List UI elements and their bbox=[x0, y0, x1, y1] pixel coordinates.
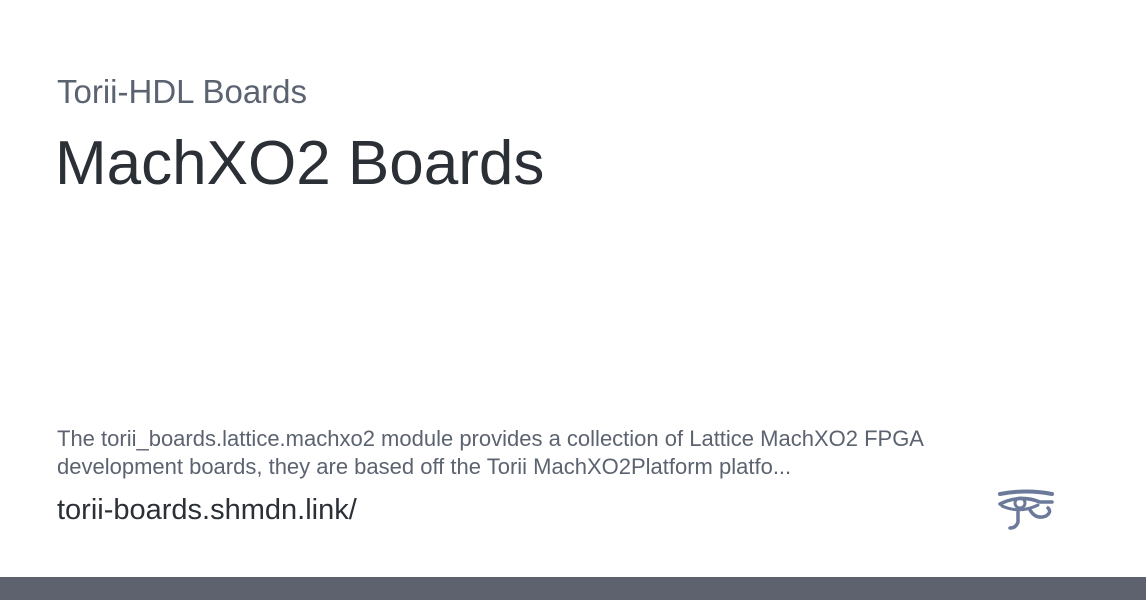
site-url: torii-boards.shmdn.link/ bbox=[57, 494, 357, 526]
bottom-bar bbox=[0, 577, 1146, 600]
page-title: MachXO2 Boards bbox=[55, 129, 545, 198]
eye-of-horus-icon bbox=[998, 489, 1054, 530]
social-preview-card: Torii-HDL Boards MachXO2 Boards The tori… bbox=[0, 0, 1146, 600]
page-description: The torii_boards.lattice.machxo2 module … bbox=[57, 426, 923, 479]
site-name: Torii-HDL Boards bbox=[57, 73, 308, 110]
